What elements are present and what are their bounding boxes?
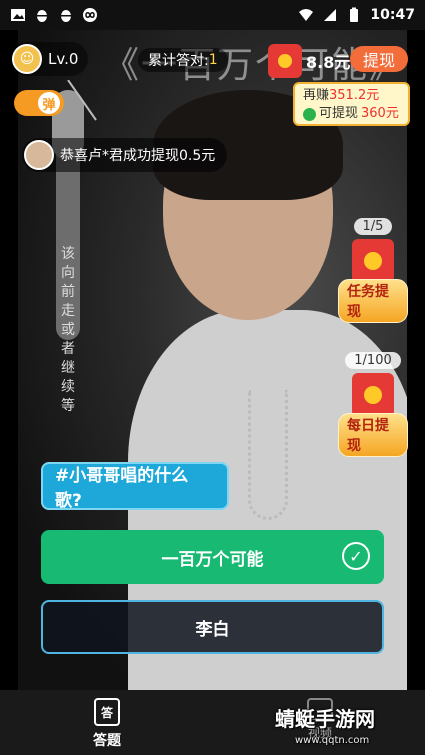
can-withdraw-amount: 360元	[361, 106, 399, 121]
notice-text: 恭喜卢*君成功提现0.5元	[60, 148, 216, 164]
answer-option-text: 一百万个可能	[161, 549, 264, 570]
infinity-icon	[83, 8, 97, 22]
image-icon	[11, 9, 25, 21]
watermark-url: www.qqtn.com	[295, 735, 370, 746]
tab-answer[interactable]: 答 答题	[78, 698, 136, 750]
profile-chip[interactable]: ☺ Lv.0	[10, 42, 89, 76]
status-time: 10:47	[370, 7, 415, 23]
daily-progress: 1/100	[345, 352, 401, 369]
can-withdraw-prefix: 可提现	[319, 106, 359, 121]
wifi-icon	[299, 9, 314, 21]
daily-withdraw-label: 每日提现	[338, 413, 408, 457]
notice-avatar	[24, 140, 54, 170]
answered-label: 累计答对:	[148, 53, 209, 69]
answer-option-text: 李白	[195, 619, 230, 640]
gift-box-icon	[352, 373, 394, 417]
necklace	[248, 390, 288, 520]
balance-display[interactable]: 8.8元	[268, 44, 350, 78]
watermark: 蜻蜓手游网 www.qqtn.com	[275, 708, 420, 752]
task-withdraw-widget[interactable]: 1/5 任务提现	[338, 218, 408, 323]
answer-option-correct[interactable]: 一百万个可能 ✓	[41, 530, 384, 584]
tab-answer-label: 答题	[93, 733, 121, 749]
withdraw-button[interactable]: 提现	[350, 46, 408, 72]
red-packet-icon	[268, 44, 302, 78]
status-bar: 10:47	[0, 0, 425, 30]
earn-more-amount: 351.2元	[329, 88, 380, 103]
question-card: #小哥哥唱的什么歌?	[41, 462, 229, 511]
answered-counter: 累计答对: 1	[138, 48, 228, 72]
answer-option[interactable]: 李白	[41, 600, 384, 654]
earn-tooltip[interactable]: 再赚351.2元 可提现 360元	[293, 82, 410, 126]
danmu-label: 弹	[38, 92, 60, 114]
bug-icon	[61, 10, 71, 22]
red-packet-icon	[352, 239, 394, 283]
battery-icon	[350, 7, 359, 22]
daily-withdraw-widget[interactable]: 1/100 每日提现	[338, 352, 408, 457]
user-level: Lv.0	[48, 50, 79, 68]
check-circle-icon	[303, 107, 316, 121]
signal-icon	[324, 9, 337, 21]
avatar[interactable]: ☺	[12, 44, 42, 74]
bug-icon	[37, 10, 47, 22]
withdraw-notice: 恭喜卢*君成功提现0.5元	[22, 138, 228, 172]
balance-amount: 8.8元	[306, 53, 351, 72]
watermark-title: 蜻蜓手游网	[275, 707, 375, 731]
check-icon: ✓	[342, 542, 370, 570]
danmu-toggle[interactable]: 弹	[14, 90, 64, 116]
answer-tab-icon: 答	[94, 698, 120, 726]
lyrics-text: 该向前 走或者 继续等	[61, 246, 75, 414]
earn-more-prefix: 再赚	[303, 88, 330, 103]
answered-count: 1	[208, 52, 218, 68]
task-withdraw-label: 任务提现	[338, 279, 408, 323]
task-progress: 1/5	[353, 218, 393, 235]
